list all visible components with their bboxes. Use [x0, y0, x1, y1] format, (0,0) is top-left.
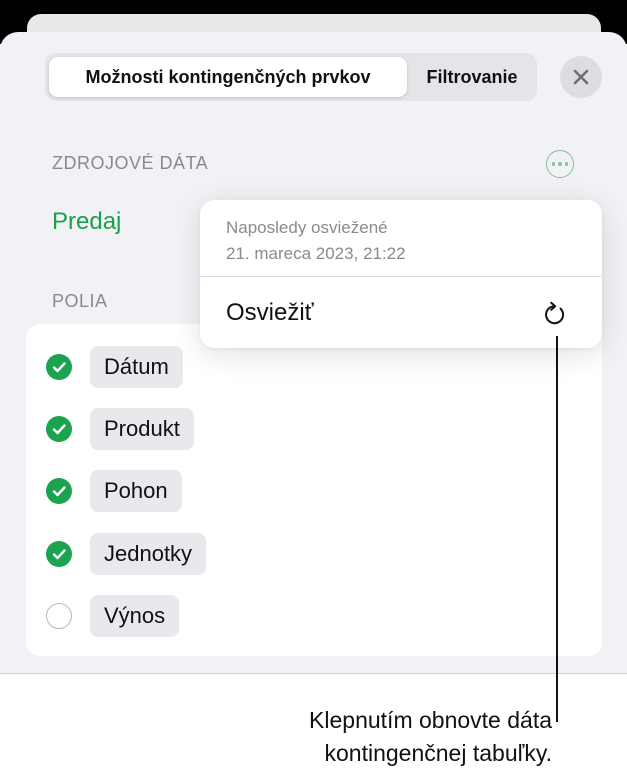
field-checkbox[interactable] — [46, 478, 72, 504]
source-data-heading: ZDROJOVÉ DÁTA — [52, 153, 209, 173]
tab-pivot-options[interactable]: Možnosti kontingenčných prvkov — [49, 57, 407, 97]
field-chip[interactable]: Produkt — [90, 408, 194, 450]
field-checkbox[interactable] — [46, 354, 72, 380]
more-icon — [551, 162, 556, 166]
checkmark-icon — [52, 424, 66, 435]
refresh-icon[interactable] — [541, 300, 569, 328]
close-icon — [573, 69, 589, 85]
field-checkbox[interactable] — [46, 603, 72, 629]
tab-filtering[interactable]: Filtrovanie — [411, 57, 533, 97]
fields-heading: POLIA — [52, 291, 108, 311]
field-row[interactable]: Produkt — [26, 405, 602, 453]
popover-divider — [200, 276, 602, 277]
field-chip[interactable]: Výnos — [90, 595, 180, 637]
checkmark-icon — [52, 486, 66, 497]
tab-switcher: Možnosti kontingenčných prvkov Filtrovan… — [45, 53, 537, 101]
field-checkbox[interactable] — [46, 416, 72, 442]
callout-line-2: kontingenčnej tabuľky. — [324, 740, 552, 766]
close-button[interactable] — [560, 56, 602, 98]
field-chip[interactable]: Dátum — [90, 346, 183, 388]
field-row[interactable]: Dátum — [26, 343, 602, 391]
checkmark-icon — [52, 362, 66, 373]
field-row[interactable]: Výnos — [26, 592, 602, 640]
more-icon-dot — [558, 162, 562, 166]
source-data-name[interactable]: Predaj — [52, 208, 121, 236]
last-refreshed-date: 21. mareca 2023, 21:22 — [226, 244, 406, 263]
checkmark-icon — [52, 549, 66, 560]
last-refreshed-label: Naposledy osviežené — [226, 218, 388, 237]
field-row[interactable]: Pohon — [26, 467, 602, 515]
callout-text: Klepnutím obnovte dáta kontingenčnej tab… — [192, 704, 552, 770]
more-icon-dot — [564, 162, 569, 166]
callout-line-1: Klepnutím obnovte dáta — [309, 707, 552, 733]
field-chip[interactable]: Jednotky — [90, 533, 207, 575]
refresh-popover: Naposledy osviežené 21. mareca 2023, 21:… — [200, 200, 602, 348]
fields-list: Dátum Produkt Pohon Jednotky Výnos — [26, 324, 602, 656]
more-button[interactable] — [546, 150, 574, 178]
field-row[interactable]: Jednotky — [26, 530, 602, 578]
field-checkbox[interactable] — [46, 541, 72, 567]
field-chip[interactable]: Pohon — [90, 470, 182, 512]
callout-line — [556, 336, 558, 722]
refresh-button-label[interactable]: Osviežiť — [226, 299, 314, 327]
